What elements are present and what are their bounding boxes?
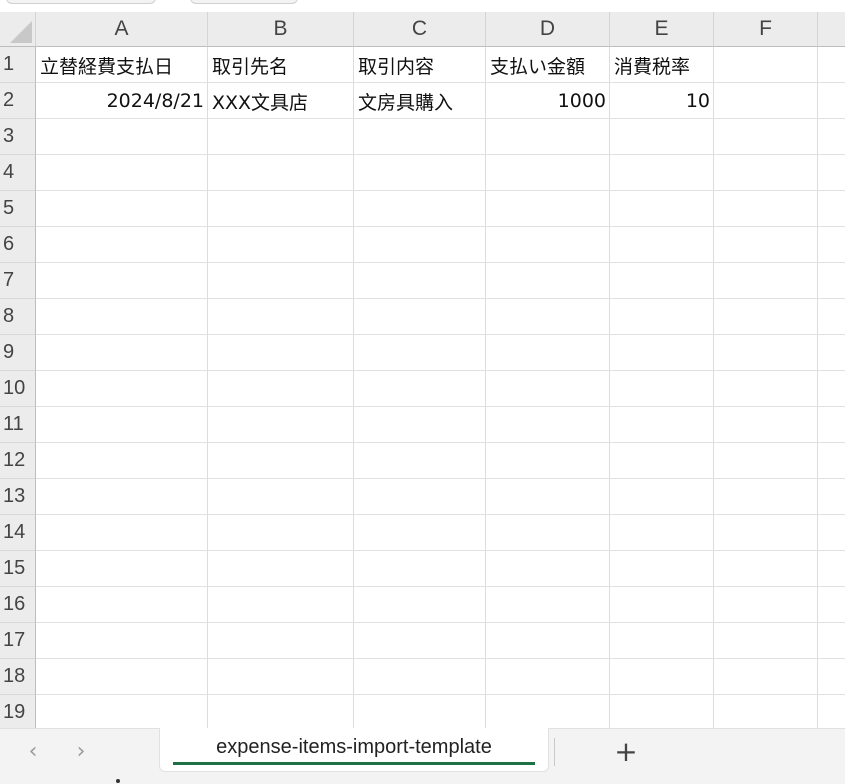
- column-header-e[interactable]: E: [610, 12, 714, 47]
- gridline: [36, 478, 845, 479]
- column-header-f[interactable]: F: [714, 12, 818, 47]
- gridline: [36, 694, 845, 695]
- top-strip: [0, 0, 845, 12]
- status-dot-icon: [116, 779, 120, 783]
- tab-divider: [554, 738, 555, 766]
- cell-e2[interactable]: 10: [610, 83, 714, 119]
- cell-d2[interactable]: 1000: [486, 83, 610, 119]
- gridline: [36, 658, 845, 659]
- gridline: [36, 586, 845, 587]
- gridline: [36, 226, 845, 227]
- gridline: [36, 154, 845, 155]
- row-header-5[interactable]: 5: [0, 191, 36, 227]
- cell-a2[interactable]: 2024/8/21: [36, 83, 208, 119]
- row-header-6[interactable]: 6: [0, 227, 36, 263]
- sheet-tab-label: expense-items-import-template: [216, 736, 492, 758]
- column-header-g-partial[interactable]: [818, 12, 845, 47]
- gridline: [353, 47, 354, 728]
- sheet-tab-expense-items-import-template[interactable]: expense-items-import-template: [159, 728, 549, 772]
- gridline: [36, 370, 845, 371]
- row-header-18[interactable]: 18: [0, 659, 36, 695]
- row-header-1[interactable]: 1: [0, 47, 36, 83]
- sheet-tab-bar: ‹ › expense-items-import-template +: [0, 728, 845, 784]
- gridline: [36, 298, 845, 299]
- toolbar-stub: [190, 0, 298, 4]
- row-header-9[interactable]: 9: [0, 335, 36, 371]
- row-header-17[interactable]: 17: [0, 623, 36, 659]
- row-header-19[interactable]: 19: [0, 695, 36, 728]
- gridline: [36, 550, 845, 551]
- cell-c2[interactable]: 文房具購入: [354, 83, 486, 119]
- chevron-right-icon[interactable]: ›: [68, 737, 94, 765]
- row-header-11[interactable]: 11: [0, 407, 36, 443]
- row-header-13[interactable]: 13: [0, 479, 36, 515]
- row-header-10[interactable]: 10: [0, 371, 36, 407]
- column-header-c[interactable]: C: [354, 12, 486, 47]
- row-header-16[interactable]: 16: [0, 587, 36, 623]
- gridline: [817, 47, 818, 728]
- gridline: [36, 622, 845, 623]
- column-header-a[interactable]: A: [36, 12, 208, 47]
- row-header-4[interactable]: 4: [0, 155, 36, 191]
- cell-b2[interactable]: XXX文具店: [208, 83, 354, 119]
- spreadsheet-grid[interactable]: A B C D E F 1 2 3 4 5 6 7 8 9 10 11 12 1…: [0, 0, 845, 728]
- row-header-15[interactable]: 15: [0, 551, 36, 587]
- cell-c1[interactable]: 取引内容: [354, 47, 486, 83]
- gridline: [207, 47, 208, 728]
- gridline: [36, 442, 845, 443]
- row-header-2[interactable]: 2: [0, 83, 36, 119]
- cell-d1[interactable]: 支払い金額: [486, 47, 610, 83]
- toolbar-stub: [6, 0, 156, 4]
- cell-b1[interactable]: 取引先名: [208, 47, 354, 83]
- cell-e1[interactable]: 消費税率: [610, 47, 714, 83]
- row-header-8[interactable]: 8: [0, 299, 36, 335]
- gridline: [36, 406, 845, 407]
- row-header-7[interactable]: 7: [0, 263, 36, 299]
- select-all-corner[interactable]: [0, 12, 36, 47]
- select-all-triangle-icon: [10, 21, 32, 43]
- row-header-14[interactable]: 14: [0, 515, 36, 551]
- gridline: [713, 47, 714, 728]
- row-header-12[interactable]: 12: [0, 443, 36, 479]
- gridline: [36, 262, 845, 263]
- gridline: [36, 514, 845, 515]
- cell-a1[interactable]: 立替経費支払日: [36, 47, 208, 83]
- gridline: [485, 47, 486, 728]
- gridline: [36, 190, 845, 191]
- row-header-3[interactable]: 3: [0, 119, 36, 155]
- column-header-d[interactable]: D: [486, 12, 610, 47]
- gridline: [609, 47, 610, 728]
- active-tab-underline: [173, 762, 535, 765]
- plus-icon[interactable]: +: [610, 735, 642, 768]
- gridline: [36, 334, 845, 335]
- chevron-left-icon[interactable]: ‹: [20, 737, 46, 765]
- column-header-b[interactable]: B: [208, 12, 354, 47]
